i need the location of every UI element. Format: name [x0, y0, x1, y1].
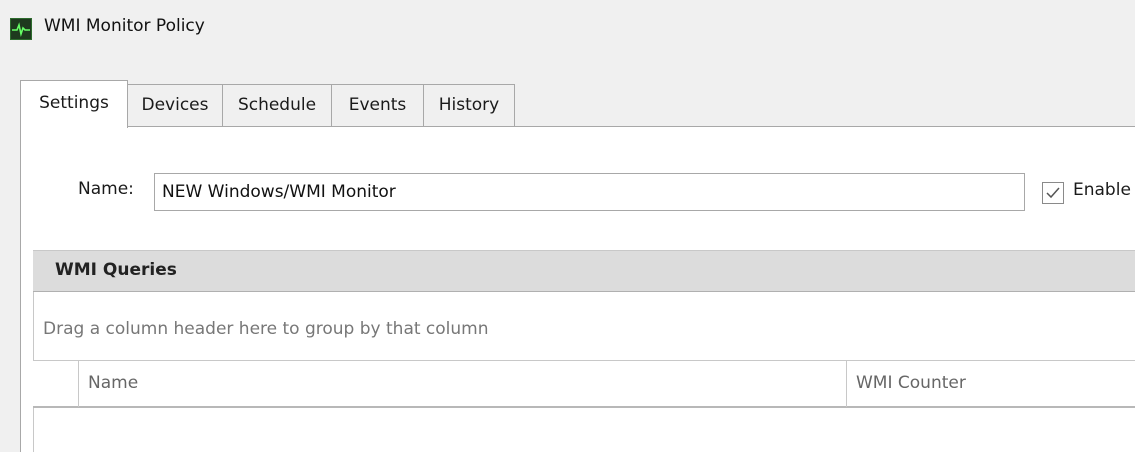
column-header-wmi-counter-label: WMI Counter [856, 373, 966, 393]
window-title: WMI Monitor Policy [44, 16, 205, 36]
wmi-queries-title: WMI Queries [55, 260, 177, 280]
title-bar: WMI Monitor Policy [0, 0, 1135, 60]
enable-label: Enable [1073, 180, 1131, 200]
name-label: Name: [78, 179, 134, 199]
wmi-queries-header [33, 250, 1135, 292]
tab-devices[interactable]: Devices [127, 84, 223, 126]
tab-schedule[interactable]: Schedule [222, 84, 332, 126]
wmi-monitor-policy-window: WMI Monitor Policy Settings Devices Sche… [0, 0, 1135, 452]
enable-checkbox[interactable] [1042, 182, 1064, 204]
column-header-name[interactable]: Name [79, 361, 847, 407]
name-input[interactable] [154, 173, 1025, 211]
checkmark-icon [1046, 187, 1060, 199]
group-by-panel[interactable]: Drag a column header here to group by th… [43, 319, 489, 339]
tab-history[interactable]: History [423, 84, 515, 126]
column-header-wmi-counter[interactable]: WMI Counter [847, 361, 1135, 407]
column-header-name-label: Name [88, 373, 139, 393]
row-indicator-header [33, 361, 79, 407]
tab-events[interactable]: Events [331, 84, 424, 126]
monitor-pulse-icon [10, 18, 32, 40]
tab-settings[interactable]: Settings [20, 80, 128, 128]
